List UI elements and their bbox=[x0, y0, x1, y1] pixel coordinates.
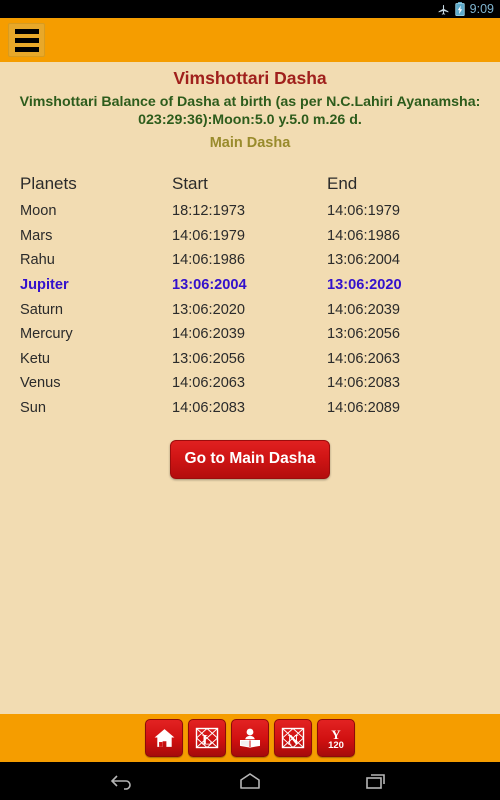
home-icon[interactable] bbox=[145, 719, 183, 757]
lagna-chart-icon[interactable]: L bbox=[188, 719, 226, 757]
action-area: Go to Main Dasha bbox=[0, 440, 500, 480]
table-body: Moon 18:12:1973 14:06:1979 Mars 14:06:1979 14… bbox=[20, 199, 500, 420]
cell-end: 14:06:2083 bbox=[327, 375, 401, 392]
column-header-start: Start bbox=[172, 174, 208, 193]
airplane-mode-icon bbox=[437, 2, 450, 16]
cell-planet: Jupiter bbox=[20, 277, 69, 294]
cell-start: 14:06:2083 bbox=[172, 400, 246, 417]
svg-text:120: 120 bbox=[328, 740, 344, 751]
status-clock: 9:09 bbox=[469, 2, 494, 16]
cell-planet: Mars bbox=[20, 227, 53, 244]
cell-planet: Saturn bbox=[20, 301, 63, 318]
cell-start: 13:06:2004 bbox=[172, 277, 247, 294]
cell-planet: Rahu bbox=[20, 252, 55, 269]
cell-planet: Mercury bbox=[20, 326, 73, 343]
cell-start: 14:06:2039 bbox=[172, 326, 246, 343]
cell-planet: Ketu bbox=[20, 350, 51, 367]
cell-end: 13:06:2020 bbox=[327, 277, 402, 294]
table-row: Jupiter 13:06:2004 13:06:2020 bbox=[20, 273, 500, 298]
table-row: Sun 14:06:2083 14:06:2089 bbox=[20, 396, 500, 421]
svg-text:L: L bbox=[202, 733, 212, 749]
table-row: Saturn 13:06:2020 14:06:2039 bbox=[20, 297, 500, 322]
dasha-balance-text: Vimshottari Balance of Dasha at birth (a… bbox=[19, 94, 481, 128]
back-arrow-icon[interactable] bbox=[98, 766, 148, 796]
table-row: Mercury 14:06:2039 13:06:2056 bbox=[20, 322, 500, 347]
home-pentagon-icon[interactable] bbox=[225, 766, 275, 796]
hamburger-menu-icon[interactable] bbox=[8, 23, 45, 57]
cell-start: 13:06:2020 bbox=[172, 301, 246, 318]
cell-end: 14:06:2063 bbox=[327, 350, 401, 367]
battery-charging-icon bbox=[454, 2, 465, 16]
cell-start: 18:12:1973 bbox=[172, 203, 246, 220]
column-header-end: End bbox=[327, 174, 358, 193]
cell-start: 14:06:2063 bbox=[172, 375, 246, 392]
table-row: Ketu 13:06:2056 14:06:2063 bbox=[20, 347, 500, 372]
cell-planet: Venus bbox=[20, 375, 61, 392]
cell-start: 13:06:2056 bbox=[172, 350, 246, 367]
cell-end: 14:06:2089 bbox=[327, 400, 401, 417]
table-header: Planets Start End bbox=[20, 169, 500, 199]
cell-planet: Sun bbox=[20, 400, 46, 417]
column-header-planets: Planets bbox=[20, 174, 77, 193]
cell-start: 14:06:1979 bbox=[172, 227, 246, 244]
table-row: Rahu 14:06:1986 13:06:2004 bbox=[20, 248, 500, 273]
table-row: Mars 14:06:1979 14:06:1986 bbox=[20, 224, 500, 249]
svg-text:N: N bbox=[288, 733, 299, 749]
cell-end: 13:06:2056 bbox=[327, 326, 401, 343]
cell-planet: Moon bbox=[20, 203, 57, 220]
recent-apps-icon[interactable] bbox=[352, 766, 402, 796]
table-row: Moon 18:12:1973 14:06:1979 bbox=[20, 199, 500, 224]
menu-bar-1 bbox=[14, 28, 39, 34]
status-bar: 9:09 bbox=[0, 0, 500, 18]
cell-end: 14:06:1979 bbox=[327, 203, 401, 220]
main-content: Vimshottari Dasha Vimshottari Balance of… bbox=[0, 62, 500, 714]
dasha-table: Planets Start End Moon 18:12:1973 14:06:19… bbox=[0, 169, 500, 420]
reading-person-icon[interactable] bbox=[231, 719, 269, 757]
cell-start: 14:06:1986 bbox=[172, 252, 246, 269]
navamsa-chart-icon[interactable]: N bbox=[274, 719, 312, 757]
cell-end: 14:06:2039 bbox=[327, 301, 401, 318]
go-to-main-dasha-button[interactable]: Go to Main Dasha bbox=[169, 440, 331, 480]
page-title: Vimshottari Dasha bbox=[173, 68, 327, 88]
section-subtitle: Main Dasha bbox=[209, 135, 291, 151]
menu-bar-2 bbox=[14, 37, 39, 43]
table-row: Venus 14:06:2063 14:06:2083 bbox=[20, 371, 500, 396]
app-bar bbox=[0, 18, 500, 62]
android-nav-bar bbox=[0, 762, 500, 800]
yoga-120-icon[interactable]: Y 120 bbox=[317, 719, 355, 757]
cell-end: 13:06:2004 bbox=[327, 252, 401, 269]
cell-end: 14:06:1986 bbox=[327, 227, 401, 244]
menu-bar-3 bbox=[14, 46, 39, 52]
bottom-toolbar: L N Y 120 bbox=[0, 714, 500, 762]
